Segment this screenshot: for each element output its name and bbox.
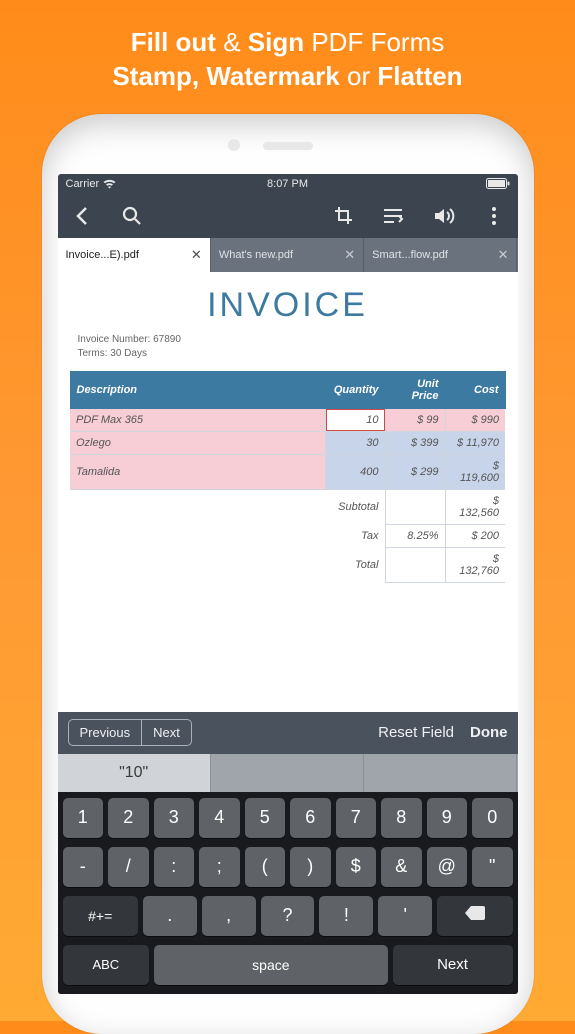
backspace-icon [464,905,486,926]
summary-subtotal: Subtotal$ 132,560 [70,489,505,524]
key-5[interactable]: 5 [245,798,286,838]
table-header-row: Description Quantity Unit Price Cost [70,371,505,408]
carrier-label: Carrier [66,178,100,190]
keyboard: 1 2 3 4 5 6 7 8 9 0 - / : ; ( ) $ & @ " … [58,792,518,994]
key-9[interactable]: 9 [427,798,468,838]
app-screen: Carrier 8:07 PM [58,174,518,994]
suggestion-item[interactable] [211,754,364,792]
app-toolbar [58,194,518,238]
invoice-table: Description Quantity Unit Price Cost PDF… [70,371,506,583]
key-period[interactable]: . [143,896,197,936]
key-symbols[interactable]: #+= [63,896,138,936]
key-dash[interactable]: - [63,847,104,887]
key-8[interactable]: 8 [381,798,422,838]
key-space[interactable]: space [154,945,387,985]
key-abc[interactable]: ABC [63,945,150,985]
key-0[interactable]: 0 [472,798,513,838]
key-next[interactable]: Next [393,945,513,985]
table-row: Ozlego 30 $ 399 $ 11,970 [70,431,505,454]
key-1[interactable]: 1 [63,798,104,838]
key-quote[interactable]: " [472,847,513,887]
crop-button[interactable] [328,200,360,232]
key-colon[interactable]: : [154,847,195,887]
tab-label: Invoice...E).pdf [66,249,139,261]
key-7[interactable]: 7 [336,798,377,838]
summary-tax: Tax8.25%$ 200 [70,524,505,547]
invoice-meta: Invoice Number: 67890 Terms: 30 Days [78,333,518,361]
key-lparen[interactable]: ( [245,847,286,887]
col-unitprice: Unit Price [385,371,445,408]
close-icon[interactable]: ✕ [191,247,202,263]
tab-bar: Invoice...E).pdf ✕ What's new.pdf ✕ Smar… [58,238,518,272]
close-icon[interactable]: ✕ [498,247,509,263]
more-button[interactable] [478,200,510,232]
keyboard-row-2: - / : ; ( ) $ & @ " [61,847,515,887]
key-2[interactable]: 2 [108,798,149,838]
key-question[interactable]: ? [261,896,315,936]
reflow-button[interactable] [378,200,410,232]
summary-total: Total$ 132,760 [70,547,505,582]
tab-invoice[interactable]: Invoice...E).pdf ✕ [58,238,211,272]
tab-label: Smart...flow.pdf [372,249,448,261]
col-description: Description [70,371,325,408]
reset-field-button[interactable]: Reset Field [378,724,454,741]
key-6[interactable]: 6 [290,798,331,838]
key-4[interactable]: 4 [199,798,240,838]
pdf-content[interactable]: INVOICE Invoice Number: 67890 Terms: 30 … [58,272,518,712]
key-backspace[interactable] [437,896,512,936]
tab-whatsnew[interactable]: What's new.pdf ✕ [211,238,364,272]
next-button[interactable]: Next [141,720,191,745]
close-icon[interactable]: ✕ [344,247,355,263]
key-at[interactable]: @ [427,847,468,887]
key-3[interactable]: 3 [154,798,195,838]
table-row: PDF Max 365 10 $ 99 $ 990 [70,408,505,431]
wifi-icon [103,179,116,189]
suggestion-item[interactable]: "10" [58,754,211,792]
clock-label: 8:07 PM [267,178,308,190]
form-field-bar: Previous Next Reset Field Done [58,712,518,754]
speaker-button[interactable] [428,200,460,232]
col-cost: Cost [445,371,505,408]
back-button[interactable] [66,200,98,232]
keyboard-row-1: 1 2 3 4 5 6 7 8 9 0 [61,798,515,838]
suggestion-item[interactable] [364,754,517,792]
battery-icon [486,178,510,189]
keyboard-suggestion-bar: "10" [58,754,518,792]
promo-headline: Fill out & Sign PDF Forms Stamp, Waterma… [0,0,575,114]
key-apostrophe[interactable]: ' [378,896,432,936]
key-slash[interactable]: / [108,847,149,887]
key-semicolon[interactable]: ; [199,847,240,887]
keyboard-row-4: ABC space Next [61,945,515,985]
done-button[interactable]: Done [470,724,508,741]
col-quantity: Quantity [325,371,385,408]
key-exclaim[interactable]: ! [319,896,373,936]
key-amp[interactable]: & [381,847,422,887]
key-rparen[interactable]: ) [290,847,331,887]
previous-button[interactable]: Previous [69,720,142,745]
tab-label: What's new.pdf [219,249,293,261]
search-button[interactable] [116,200,148,232]
table-row: Tamalida 400 $ 299 $ 119,600 [70,454,505,489]
status-bar: Carrier 8:07 PM [58,174,518,194]
key-comma[interactable]: , [202,896,256,936]
quantity-field-active[interactable]: 10 [325,408,385,431]
keyboard-row-3: #+= . , ? ! ' [61,896,515,936]
tab-smartflow[interactable]: Smart...flow.pdf ✕ [364,238,517,272]
invoice-title: INVOICE [58,286,518,325]
key-dollar[interactable]: $ [336,847,377,887]
phone-frame: Carrier 8:07 PM [42,114,534,1034]
